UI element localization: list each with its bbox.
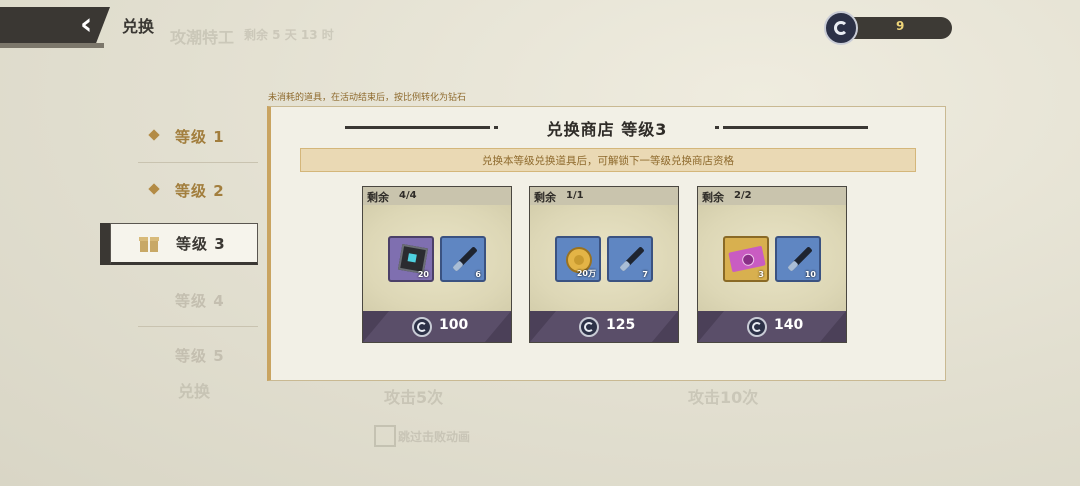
back-button-shadow — [0, 43, 104, 48]
tab-divider — [138, 162, 258, 163]
remain-label: 剩余 — [367, 191, 389, 204]
currency-value: 9 — [896, 19, 905, 33]
bg-checkbox-label: 跳过击败动画 — [398, 430, 471, 444]
gift-icon — [139, 234, 159, 252]
selected-indicator — [100, 223, 110, 265]
back-arrow-icon[interactable]: ‹ — [80, 10, 92, 40]
back-button[interactable] — [0, 7, 110, 47]
bg-event-name: 攻潮特工 — [170, 28, 235, 47]
item-slot[interactable]: 3 — [723, 236, 769, 282]
item-qty: 10 — [804, 270, 816, 279]
card-body — [698, 205, 846, 311]
tab-label: 等级 4 — [175, 292, 225, 310]
tab-level-2[interactable]: 等级 2 — [138, 166, 258, 218]
item-slot[interactable]: 6 — [440, 236, 486, 282]
remain-count: 2/2 — [734, 190, 752, 201]
tab-label: 等级 2 — [175, 182, 225, 200]
tab-label: 等级 5 — [175, 347, 225, 365]
unlock-banner: 兑换本等级兑换道具后，可解锁下一等级兑换商店资格 — [300, 148, 916, 172]
bg-challenge-b: 攻击10次 — [688, 388, 759, 407]
token-coin-icon — [412, 317, 432, 337]
exchange-card[interactable]: 剩余 1/1 20万 7 125 — [529, 186, 679, 343]
card-header: 剩余 2/2 — [698, 187, 846, 205]
price-value: 125 — [606, 317, 636, 333]
token-coin-icon — [747, 317, 767, 337]
bg-remaining-time: 剩余 5 天 13 时 — [244, 28, 334, 42]
card-header: 剩余 1/1 — [530, 187, 678, 205]
tab-level-3[interactable]: 等级 3 — [100, 223, 260, 265]
brush-icon — [787, 246, 813, 272]
price-button[interactable]: 125 — [530, 311, 678, 342]
title-decor-line — [723, 126, 868, 129]
tab-divider — [138, 326, 258, 327]
card-body — [530, 205, 678, 311]
item-slot[interactable]: 10 — [775, 236, 821, 282]
unlock-banner-text: 兑换本等级兑换道具后，可解锁下一等级兑换商店资格 — [482, 155, 734, 167]
card-header: 剩余 4/4 — [363, 187, 511, 205]
remain-count: 1/1 — [566, 190, 584, 201]
price-button[interactable]: 140 — [698, 311, 846, 342]
price-value: 100 — [439, 317, 469, 333]
exchange-card[interactable]: 剩余 4/4 20 6 100 — [362, 186, 512, 343]
diamond-icon — [148, 183, 160, 195]
tab-level-5[interactable]: 等级 5 — [138, 331, 258, 383]
title-decor-line — [345, 126, 490, 129]
remain-label: 剩余 — [702, 191, 724, 204]
remain-label: 剩余 — [534, 191, 556, 204]
price-value: 140 — [774, 317, 804, 333]
tab-level-1[interactable]: 等级 1 — [138, 112, 258, 164]
page-title: 兑换 — [122, 17, 155, 36]
tab-level-4[interactable]: 等级 4 — [138, 276, 258, 328]
token-coin-icon — [824, 11, 858, 45]
item-slot[interactable]: 20万 — [555, 236, 601, 282]
item-qty: 20 — [417, 270, 429, 279]
remain-count: 4/4 — [399, 190, 417, 201]
token-coin-icon — [579, 317, 599, 337]
shop-title: 兑换商店 等级3 — [546, 120, 668, 139]
item-qty: 3 — [758, 270, 764, 279]
item-qty: 7 — [642, 270, 648, 279]
conversion-notice: 未消耗的道具，在活动结束后，按比例转化为钻石 — [268, 93, 467, 103]
tab-label: 等级 1 — [175, 128, 225, 146]
bg-challenge-a: 攻击5次 — [384, 388, 444, 407]
item-qty: 20万 — [576, 269, 596, 278]
bg-checkbox — [374, 425, 396, 447]
price-button[interactable]: 100 — [363, 311, 511, 342]
title-decor-dot — [715, 126, 719, 129]
brush-icon — [619, 246, 645, 272]
diamond-icon — [148, 129, 160, 141]
ticket-icon — [728, 245, 766, 273]
title-decor-dot — [494, 126, 498, 129]
tab-label: 等级 3 — [176, 235, 226, 253]
brush-icon — [452, 246, 478, 272]
item-qty: 6 — [475, 270, 481, 279]
exchange-card[interactable]: 剩余 2/2 3 10 140 — [697, 186, 847, 343]
card-body — [363, 205, 511, 311]
item-slot[interactable]: 20 — [388, 236, 434, 282]
item-slot[interactable]: 7 — [607, 236, 653, 282]
